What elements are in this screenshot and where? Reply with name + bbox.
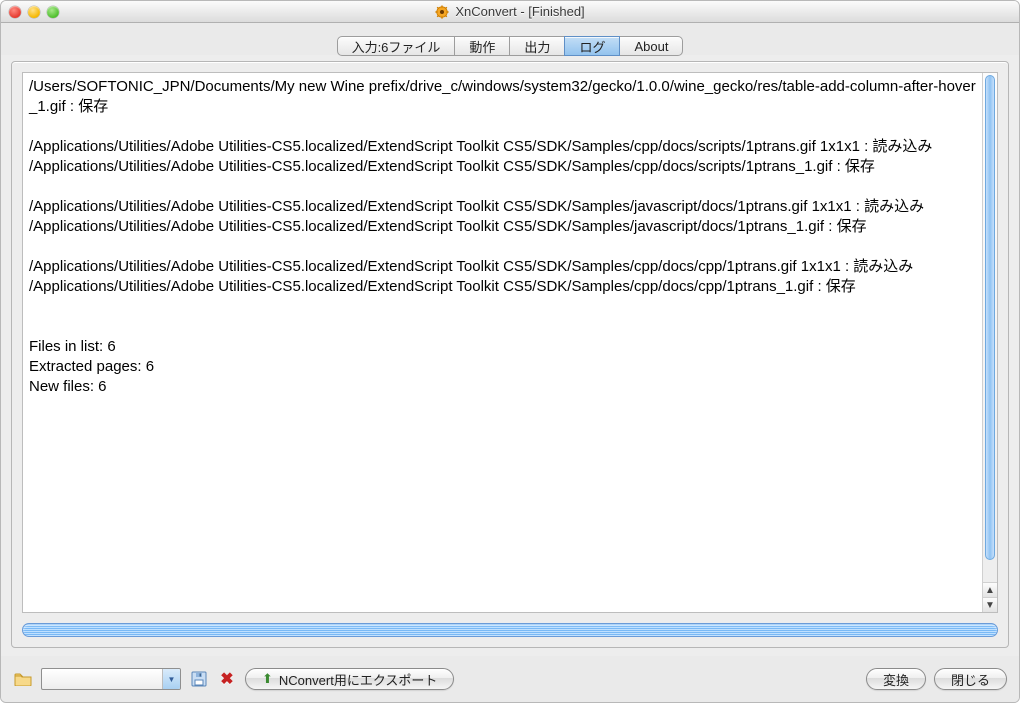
export-label: NConvert用にエクスポート xyxy=(279,670,438,689)
bottom-toolbar: ✖ ⬆ NConvert用にエクスポート 変換 閉じる xyxy=(1,656,1019,702)
log-wrap: /Users/SOFTONIC_JPN/Documents/My new Win… xyxy=(22,72,998,613)
tab-log[interactable]: ログ xyxy=(564,36,620,56)
titlebar: XnConvert - [Finished] xyxy=(1,1,1019,23)
tab-row: 入力:6ファイル 動作 出力 ログ About xyxy=(1,23,1019,55)
close-label: 閉じる xyxy=(951,670,990,689)
preset-combo[interactable] xyxy=(41,668,181,690)
scroll-arrows: ▲ ▼ xyxy=(983,582,997,612)
x-icon: ✖ xyxy=(220,669,233,689)
vertical-scrollbar[interactable]: ▲ ▼ xyxy=(982,73,997,612)
close-button[interactable]: 閉じる xyxy=(934,668,1007,690)
tabs: 入力:6ファイル 動作 出力 ログ About xyxy=(337,36,684,56)
window-title: XnConvert - [Finished] xyxy=(455,4,584,19)
tab-actions[interactable]: 動作 xyxy=(454,36,510,56)
close-window-button[interactable] xyxy=(9,6,21,18)
floppy-icon xyxy=(191,671,207,687)
log-textarea[interactable]: /Users/SOFTONIC_JPN/Documents/My new Win… xyxy=(23,73,982,612)
title-center: XnConvert - [Finished] xyxy=(1,4,1019,19)
tab-output[interactable]: 出力 xyxy=(509,36,565,56)
open-folder-button[interactable] xyxy=(13,669,33,689)
dropdown-icon[interactable] xyxy=(162,669,180,689)
tab-label: 入力:6ファイル xyxy=(352,37,441,56)
tab-about[interactable]: About xyxy=(619,36,683,56)
tab-label: 出力 xyxy=(524,37,550,56)
scroll-down-icon[interactable]: ▼ xyxy=(983,597,997,612)
app-window: XnConvert - [Finished] 入力:6ファイル 動作 出力 ログ… xyxy=(0,0,1020,703)
export-icon: ⬆ xyxy=(262,671,273,687)
delete-preset-button[interactable]: ✖ xyxy=(217,669,237,689)
folder-icon xyxy=(14,672,32,686)
convert-label: 変換 xyxy=(883,670,909,689)
scroll-thumb[interactable] xyxy=(985,75,995,560)
minimize-window-button[interactable] xyxy=(28,6,40,18)
zoom-window-button[interactable] xyxy=(47,6,59,18)
save-preset-button[interactable] xyxy=(189,669,209,689)
scroll-up-icon[interactable]: ▲ xyxy=(983,582,997,597)
traffic-lights xyxy=(1,6,59,18)
content-frame: /Users/SOFTONIC_JPN/Documents/My new Win… xyxy=(11,61,1009,648)
progress-bar xyxy=(22,623,998,637)
tab-label: ログ xyxy=(579,37,605,56)
tab-label: About xyxy=(634,39,668,54)
app-icon xyxy=(435,5,449,19)
export-nconvert-button[interactable]: ⬆ NConvert用にエクスポート xyxy=(245,668,454,690)
convert-button[interactable]: 変換 xyxy=(866,668,926,690)
tab-label: 動作 xyxy=(469,37,495,56)
scroll-track[interactable] xyxy=(983,73,997,582)
tab-input[interactable]: 入力:6ファイル xyxy=(337,36,456,56)
